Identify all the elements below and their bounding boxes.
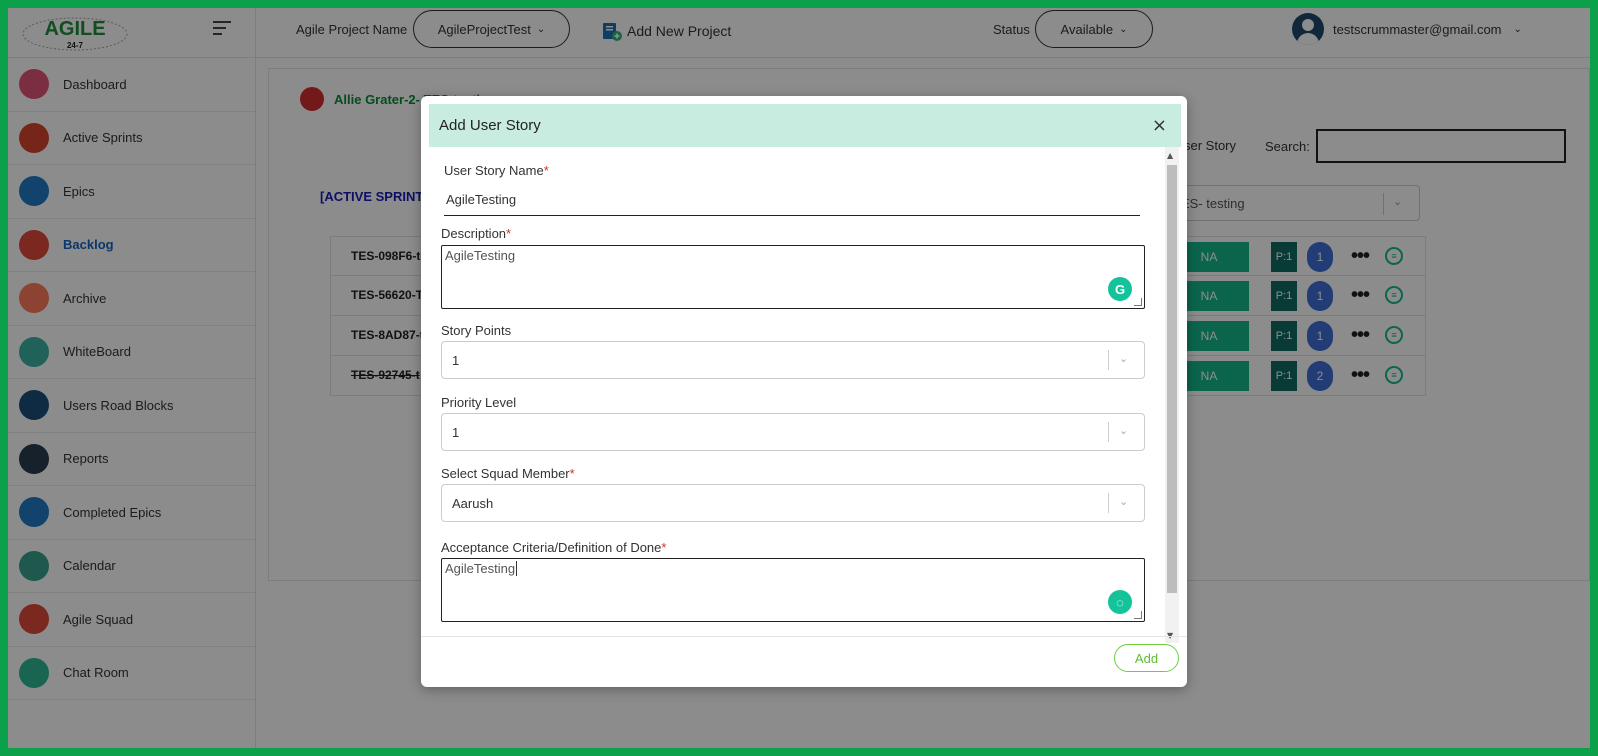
user-story-name-input[interactable] [444,184,1140,216]
grammarly-icon[interactable]: G [1108,277,1132,301]
chevron-down-icon: ⌄ [1119,495,1129,508]
modal-footer: Add [421,636,1187,687]
priority-level-select[interactable]: 1 ⌄ [441,413,1145,451]
scrollbar-thumb[interactable] [1167,165,1177,593]
user-story-name-label: User Story Name* [444,163,549,178]
squad-member-label: Select Squad Member* [441,466,575,481]
resize-handle-icon[interactable] [1134,611,1142,619]
story-points-value: 1 [452,353,460,368]
story-points-label: Story Points [441,323,512,338]
modal-scrollbar[interactable]: ▲ ▼ [1165,147,1179,643]
close-icon[interactable]: × [1152,115,1167,136]
description-value: AgileTesting [445,248,516,263]
chevron-down-icon: ⌄ [1119,352,1129,365]
description-textarea[interactable]: AgileTesting [441,245,1145,309]
acceptance-criteria-label: Acceptance Criteria/Definition of Done* [441,540,667,555]
modal-body: User Story Name* Description* AgileTesti… [421,147,1176,643]
squad-member-select[interactable]: Aarush ⌄ [441,484,1145,522]
modal-title: Add User Story [439,117,541,134]
priority-level-value: 1 [452,425,460,440]
squad-member-value: Aarush [452,496,494,511]
modal-header: Add User Story × [429,104,1181,147]
acceptance-criteria-textarea[interactable]: AgileTesting [441,558,1145,622]
priority-level-label: Priority Level [441,395,517,410]
description-label: Description* [441,226,512,241]
chevron-down-icon: ⌄ [1119,424,1129,437]
add-user-story-modal: Add User Story × User Story Name* Descri… [421,96,1187,687]
scroll-up-icon[interactable]: ▲ [1167,151,1173,160]
story-points-select[interactable]: 1 ⌄ [441,341,1145,379]
resize-handle-icon[interactable] [1134,298,1142,306]
acceptance-criteria-value: AgileTesting [445,561,516,576]
add-button[interactable]: Add [1114,644,1179,672]
grammarly-icon[interactable]: ◌ [1108,590,1132,614]
